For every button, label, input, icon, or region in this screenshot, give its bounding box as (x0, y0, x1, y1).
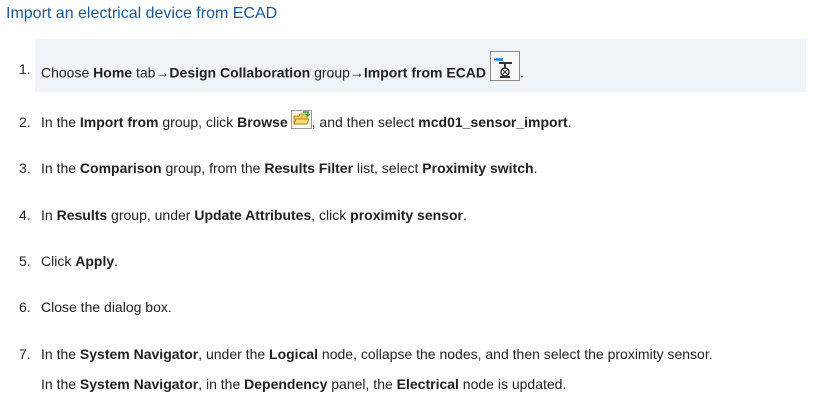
text: . (114, 253, 119, 269)
text: Choose (41, 64, 94, 81)
text: . (567, 114, 572, 130)
step-4: 4. In Results group, under Update Attrib… (0, 205, 814, 225)
proximity-switch-ref: Proximity switch (422, 160, 534, 176)
file-name-ref: mcd01_sensor_import (418, 114, 568, 130)
text: . (533, 160, 538, 176)
text: In the (41, 160, 80, 176)
text: In (41, 207, 57, 223)
step-text: Click Apply. (41, 251, 118, 271)
comparison-group-ref: Comparison (79, 160, 162, 176)
step-1: 1. Choose Home tab→Design Collaboration … (0, 51, 814, 81)
open-folder-icon (290, 109, 312, 129)
text: , click (311, 207, 351, 223)
step-number: 1. (19, 61, 31, 77)
import-from-group-ref: Import from (79, 114, 159, 130)
step-text: In the System Navigator, under the Logic… (41, 344, 713, 364)
text: Click (41, 253, 76, 269)
text: , in the (198, 376, 245, 392)
home-tab-ref: Home (93, 64, 133, 81)
step-text: In the Comparison group, from the Result… (41, 158, 537, 178)
text: group, under (107, 207, 195, 223)
step-7: 7. In the System Navigator, under the Lo… (0, 344, 814, 364)
arrow: → (349, 64, 364, 81)
browse-ref: Browse (237, 114, 288, 130)
step-text: In Results group, under Update Attribute… (41, 205, 467, 225)
step-number: 2. (19, 114, 31, 130)
text: tab (132, 64, 156, 81)
page-title: Import an electrical device from ECAD (6, 5, 278, 22)
text: group, from the (161, 160, 265, 176)
system-navigator-ref: System Navigator (79, 346, 199, 362)
electrical-node-ref: Electrical (396, 376, 459, 392)
text: In the (41, 376, 80, 392)
step-5: 5. Click Apply. (0, 251, 814, 271)
step-text: Close the dialog box. (41, 297, 172, 317)
results-filter-ref: Results Filter (264, 160, 354, 176)
text: , and then select (311, 114, 419, 130)
step-7-result: In the System Navigator, in the Dependen… (41, 374, 566, 394)
import-from-ecad-ref: Import from ECAD (363, 64, 487, 81)
step-text: In the Import from group, click Browse , … (41, 109, 572, 133)
text: node is updated. (458, 376, 567, 392)
step-2: 2. In the Import from group, click Brows… (0, 109, 814, 133)
text: Close the dialog box. (41, 299, 172, 315)
text: . (520, 64, 524, 81)
text: list, select (353, 160, 423, 176)
text: group, click (158, 114, 238, 130)
text: panel, the (327, 376, 397, 392)
dependency-panel-ref: Dependency (244, 376, 328, 392)
design-collaboration-ref: Design Collaboration (169, 64, 311, 81)
apply-ref: Apply (75, 253, 115, 269)
text: In the (41, 346, 80, 362)
text: . (462, 207, 467, 223)
step-number: 5. (19, 253, 31, 269)
import-from-ecad-icon (490, 51, 521, 81)
step-number: 7. (19, 346, 31, 362)
text: In the (41, 114, 80, 130)
step-number: 3. (19, 160, 31, 176)
step-text: Choose Home tab→Design Collaboration gro… (41, 51, 524, 89)
step-3: 3. In the Comparison group, from the Res… (0, 158, 814, 178)
step-number: 6. (19, 299, 31, 315)
text: , under the (198, 346, 270, 362)
step-6: 6. Close the dialog box. (0, 297, 814, 317)
proximity-sensor-ref: proximity sensor (350, 207, 463, 223)
system-navigator-ref: System Navigator (79, 376, 199, 392)
arrow: → (155, 64, 170, 81)
results-group-ref: Results (56, 207, 108, 223)
logical-node-ref: Logical (269, 346, 319, 362)
text: node, collapse the nodes, and then selec… (318, 346, 713, 362)
step-number: 4. (19, 207, 31, 223)
text: group (310, 64, 350, 81)
update-attributes-ref: Update Attributes (194, 207, 312, 223)
